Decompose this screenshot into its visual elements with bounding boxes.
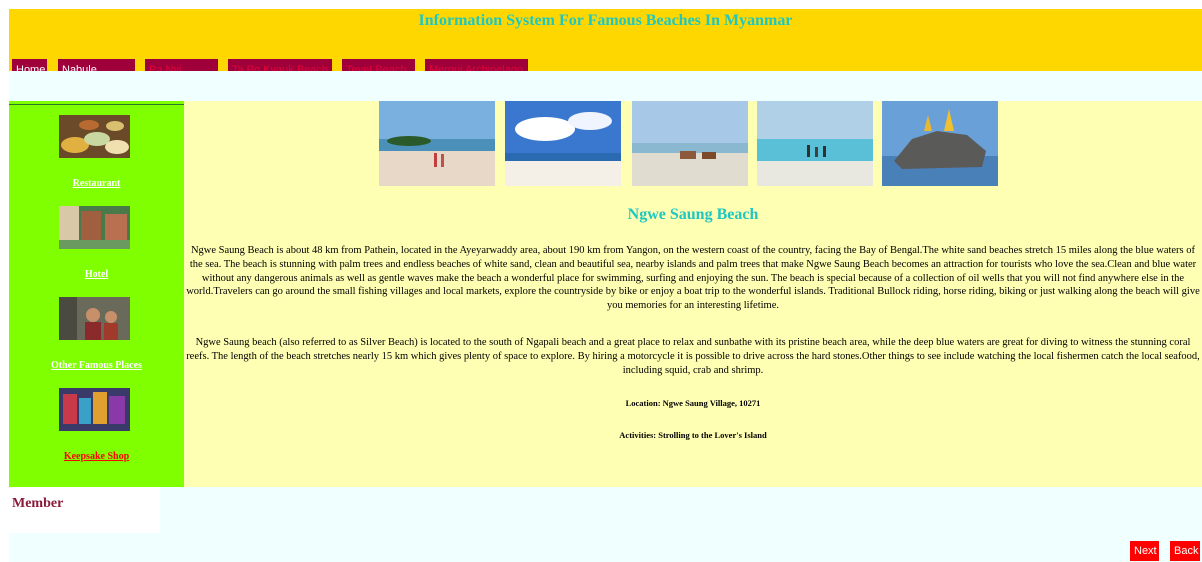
description-paragraph-2: Ngwe Saung beach (also referred to as Si… (186, 337, 1200, 376)
beach-photo-1 (379, 101, 495, 186)
hotel-image[interactable] (59, 206, 130, 249)
beach-photo-4 (757, 101, 873, 186)
beach-photo-2 (505, 101, 621, 186)
other-places-image[interactable] (59, 297, 130, 340)
footer-bar (9, 533, 1202, 562)
site-title: Information System For Famous Beaches In… (418, 12, 793, 29)
restaurant-image[interactable] (59, 115, 130, 158)
footer-band (160, 487, 1202, 533)
sidebar-link-keepsake-shop[interactable]: Keepsake Shop (9, 451, 184, 462)
sidebar-link-hotel[interactable]: Hotel (9, 269, 184, 280)
beach-title: Ngwe Saung Beach (627, 206, 759, 223)
next-button[interactable]: Next (1130, 541, 1159, 561)
member-title: Member (12, 496, 64, 511)
nav-spacer-band (9, 71, 1202, 101)
beach-photo-3 (632, 101, 748, 186)
sidebar-link-restaurant[interactable]: Restaurant (9, 178, 184, 189)
sidebar-divider (9, 104, 184, 105)
location-text: Location: Ngwe Saung Village, 10271 (625, 398, 761, 408)
description-paragraph-1: Ngwe Saung Beach is about 48 km from Pat… (186, 245, 1200, 312)
back-button[interactable]: Back (1170, 541, 1200, 561)
beach-photo-5 (882, 101, 998, 186)
sidebar-link-other-famous-places[interactable]: Other Famous Places (9, 360, 184, 371)
activities-text: Activities: Strolling to the Lover's Isl… (619, 430, 767, 440)
keepsake-shop-image[interactable] (59, 388, 130, 431)
